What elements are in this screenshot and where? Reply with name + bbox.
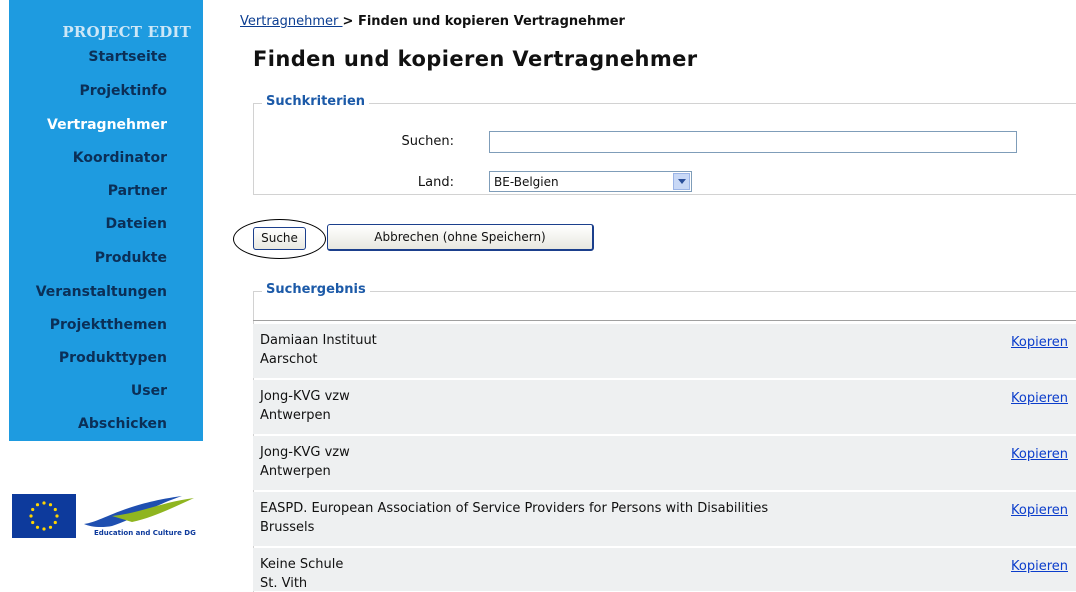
breadcrumb-separator: > [342, 14, 358, 29]
breadcrumb: Vertragnehmer > Finden und kopieren Vert… [240, 14, 625, 29]
result-city: Brussels [260, 520, 315, 535]
logo-caption: Education and Culture DG [94, 529, 196, 537]
copy-link[interactable]: Kopieren [1011, 503, 1068, 518]
sidebar-item-produkte[interactable]: Produkte [0, 250, 167, 266]
sidebar-item-abschicken[interactable]: Abschicken [0, 416, 167, 432]
result-city: Antwerpen [260, 408, 331, 423]
sidebar-title: PROJECT EDIT [62, 23, 191, 41]
search-input[interactable] [489, 131, 1017, 153]
copy-link[interactable]: Kopieren [1011, 391, 1068, 406]
page-title: Finden und kopieren Vertragnehmer [253, 47, 698, 71]
search-label: Suchen: [401, 134, 455, 149]
cancel-button[interactable]: Abbrechen (ohne Speichern) [327, 224, 594, 251]
result-name: Jong-KVG vzw [260, 389, 350, 404]
copy-link[interactable]: Kopieren [1011, 335, 1068, 350]
result-row: EASPD. European Association of Service P… [253, 492, 1076, 546]
sidebar-item-dateien[interactable]: Dateien [0, 216, 167, 232]
country-select[interactable]: BE-Belgien [489, 171, 692, 192]
result-row: Jong-KVG vzw Antwerpen Kopieren [253, 436, 1076, 490]
sidebar-item-projektinfo[interactable]: Projektinfo [0, 83, 167, 99]
search-criteria-legend: Suchkriterien [262, 94, 370, 109]
eu-flag-logo [12, 494, 76, 538]
result-city: Aarschot [260, 352, 318, 367]
results-legend: Suchergebnis [262, 282, 370, 297]
sidebar-nav: PROJECT EDIT Startseite Projektinfo Vert… [9, 0, 203, 441]
result-city: Antwerpen [260, 464, 331, 479]
country-label: Land: [417, 175, 454, 190]
chevron-down-icon[interactable] [673, 173, 690, 190]
breadcrumb-link-vertragnehmer[interactable]: Vertragnehmer [240, 14, 343, 29]
country-select-value: BE-Belgien [494, 175, 559, 189]
sidebar-item-koordinator[interactable]: Koordinator [0, 150, 167, 166]
result-name: Keine Schule [260, 557, 344, 572]
logo-area: Education and Culture DG [12, 494, 196, 538]
result-name: Damiaan Instituut [260, 333, 377, 348]
sidebar-item-vertragnehmer[interactable]: Vertragnehmer [0, 117, 167, 133]
sidebar-item-startseite[interactable]: Startseite [0, 49, 167, 65]
results-divider [253, 320, 1076, 321]
result-row: Damiaan Instituut Aarschot Kopieren [253, 324, 1076, 378]
sidebar-item-projektthemen[interactable]: Projektthemen [0, 317, 167, 333]
sidebar-item-partner[interactable]: Partner [0, 183, 167, 199]
result-row: Jong-KVG vzw Antwerpen Kopieren [253, 380, 1076, 434]
sidebar-item-produkttypen[interactable]: Produkttypen [0, 350, 167, 366]
result-city: St. Vith [260, 576, 308, 591]
sidebar-item-user[interactable]: User [0, 383, 167, 399]
sidebar-item-veranstaltungen[interactable]: Veranstaltungen [0, 284, 167, 300]
result-name: EASPD. European Association of Service P… [260, 501, 769, 516]
copy-link[interactable]: Kopieren [1011, 559, 1068, 574]
copy-link[interactable]: Kopieren [1011, 447, 1068, 462]
result-row: Keine Schule St. Vith Kopieren [253, 548, 1076, 591]
breadcrumb-current: Finden und kopieren Vertragnehmer [357, 14, 625, 29]
result-name: Jong-KVG vzw [260, 445, 350, 460]
search-button[interactable]: Suche [253, 227, 306, 250]
